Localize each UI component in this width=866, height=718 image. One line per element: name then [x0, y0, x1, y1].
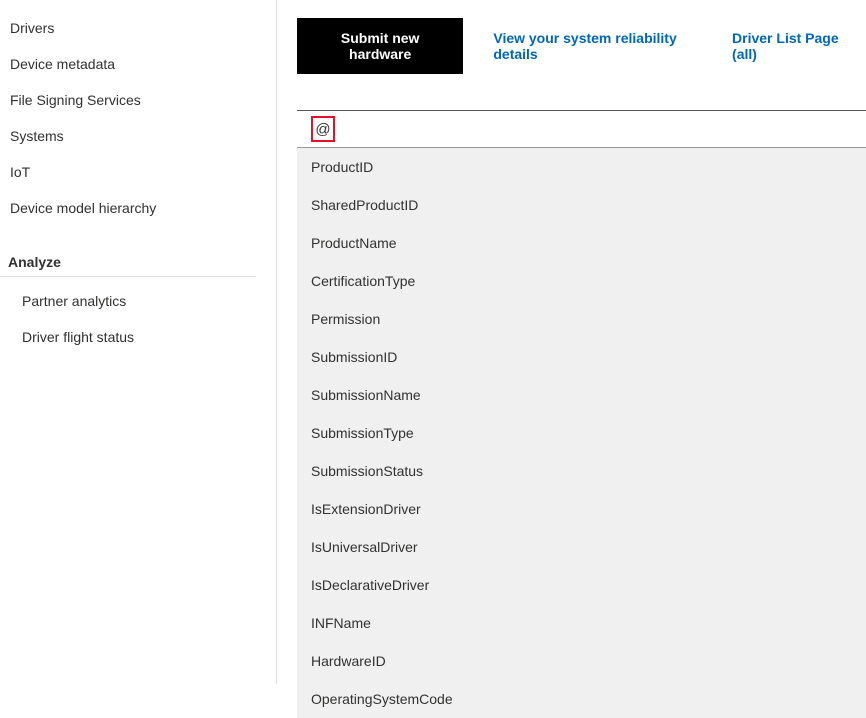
main-content: Submit new hardware View your system rel… — [277, 0, 866, 684]
reliability-details-link[interactable]: View your system reliability details — [493, 30, 702, 62]
nav-item-file-signing[interactable]: File Signing Services — [0, 82, 276, 118]
dropdown-item[interactable]: SharedProductID — [297, 186, 866, 224]
dropdown-item[interactable]: Permission — [297, 300, 866, 338]
search-input[interactable] — [297, 111, 866, 147]
dropdown-item[interactable]: IsExtensionDriver — [297, 490, 866, 528]
dropdown-item[interactable]: SubmissionType — [297, 414, 866, 452]
dropdown-item[interactable]: INFName — [297, 604, 866, 642]
nav-subitem-partner-analytics[interactable]: Partner analytics — [0, 283, 276, 319]
dropdown-item[interactable]: ProductName — [297, 224, 866, 262]
nav-item-iot[interactable]: IoT — [0, 154, 276, 190]
driver-list-page-link[interactable]: Driver List Page (all) — [732, 30, 854, 62]
dropdown-item[interactable]: SubmissionName — [297, 376, 866, 414]
sidebar: Drivers Device metadata File Signing Ser… — [0, 0, 277, 684]
nav-item-device-metadata[interactable]: Device metadata — [0, 46, 276, 82]
dropdown-item[interactable]: IsUniversalDriver — [297, 528, 866, 566]
search-bar: @ — [297, 110, 866, 148]
nav-item-systems[interactable]: Systems — [0, 118, 276, 154]
dropdown-item[interactable]: CertificationType — [297, 262, 866, 300]
at-symbol-highlight: @ — [311, 116, 335, 142]
submit-new-hardware-button[interactable]: Submit new hardware — [297, 18, 463, 74]
dropdown-item[interactable]: SubmissionStatus — [297, 452, 866, 490]
autocomplete-dropdown: ProductID SharedProductID ProductName Ce… — [297, 148, 866, 718]
dropdown-item[interactable]: OperatingSystemCode — [297, 680, 866, 718]
nav-item-drivers[interactable]: Drivers — [0, 10, 276, 46]
dropdown-item[interactable]: IsDeclarativeDriver — [297, 566, 866, 604]
dropdown-item[interactable]: ProductID — [297, 148, 866, 186]
dropdown-item[interactable]: HardwareID — [297, 642, 866, 680]
nav-item-device-model-hierarchy[interactable]: Device model hierarchy — [0, 190, 276, 226]
top-actions: Submit new hardware View your system rel… — [297, 18, 866, 74]
dropdown-item[interactable]: SubmissionID — [297, 338, 866, 376]
section-header-analyze: Analyze — [0, 244, 256, 277]
nav-subitem-driver-flight-status[interactable]: Driver flight status — [0, 319, 276, 355]
